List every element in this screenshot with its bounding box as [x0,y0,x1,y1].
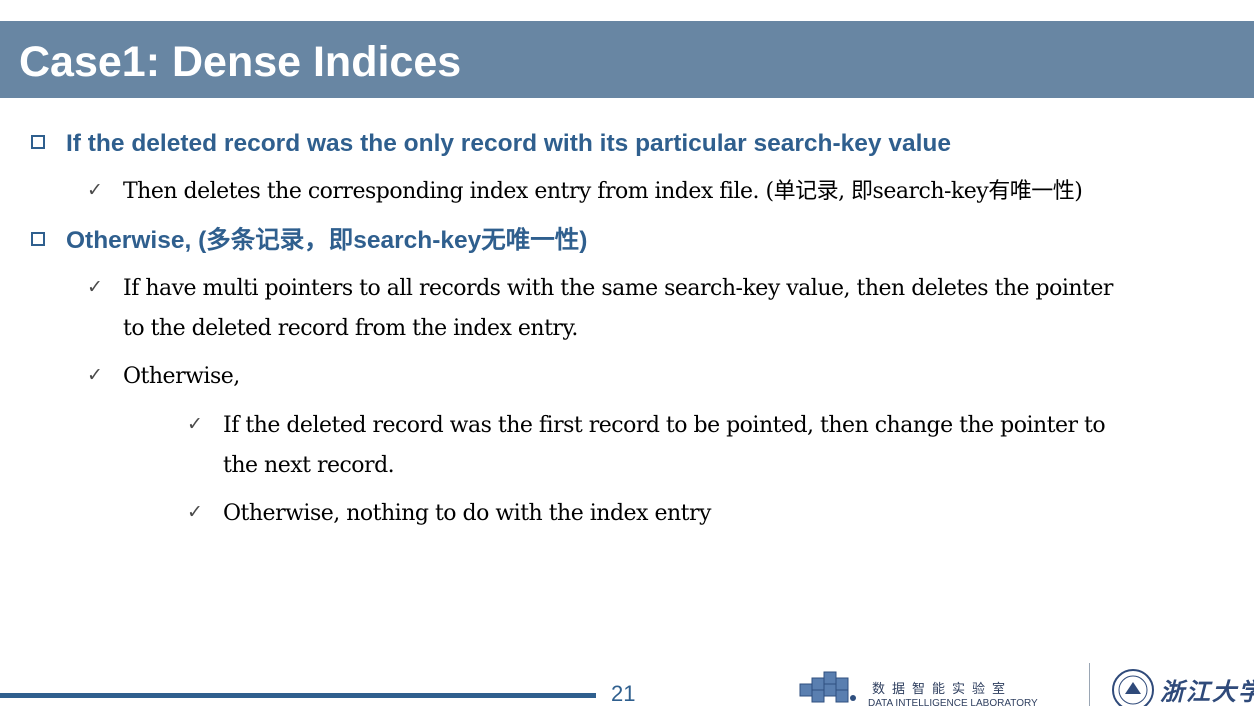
lab-cubes-logo-icon [799,671,856,703]
checkmark-bullet-icon: ✓ [87,179,103,201]
hollow-square-bullet-icon [31,135,45,149]
university-seal-icon [1112,669,1154,706]
university-name: 浙江大学 [1160,677,1254,706]
sub-sub-item-1-line2: the next record. [223,453,395,478]
sub-sub-item-1-line1: If the deleted record was the first reco… [223,413,1106,438]
bullet-text-2: Otherwise, (多条记录，即search-key无唯一性) [66,227,588,254]
checkmark-bullet-icon: ✓ [187,501,203,523]
sub-item-2-1-line2: to the deleted record from the index ent… [123,316,578,341]
lab-name-cn: 数据智能实验室 [872,682,1013,697]
checkmark-bullet-icon: ✓ [87,364,103,386]
footer-rule [0,693,596,698]
bullet-text-1: If the deleted record was the only recor… [66,130,952,157]
sub-item-2-1-line1: If have multi pointers to all records wi… [123,276,1113,301]
checkmark-bullet-icon: ✓ [87,276,103,298]
sub-item-2-2: Otherwise, [123,364,240,389]
lab-name-en: DATA INTELLIGENCE LABORATORY [868,698,1038,706]
hollow-square-bullet-icon [31,232,45,246]
checkmark-bullet-icon: ✓ [187,413,203,435]
slide-title: Case1: Dense Indices [19,38,462,86]
page-number: 21 [611,681,636,706]
footer-divider [1089,663,1090,706]
sub-item-1-1: Then deletes the corresponding index ent… [123,179,1083,204]
sub-sub-item-2: Otherwise, nothing to do with the index … [223,501,711,526]
